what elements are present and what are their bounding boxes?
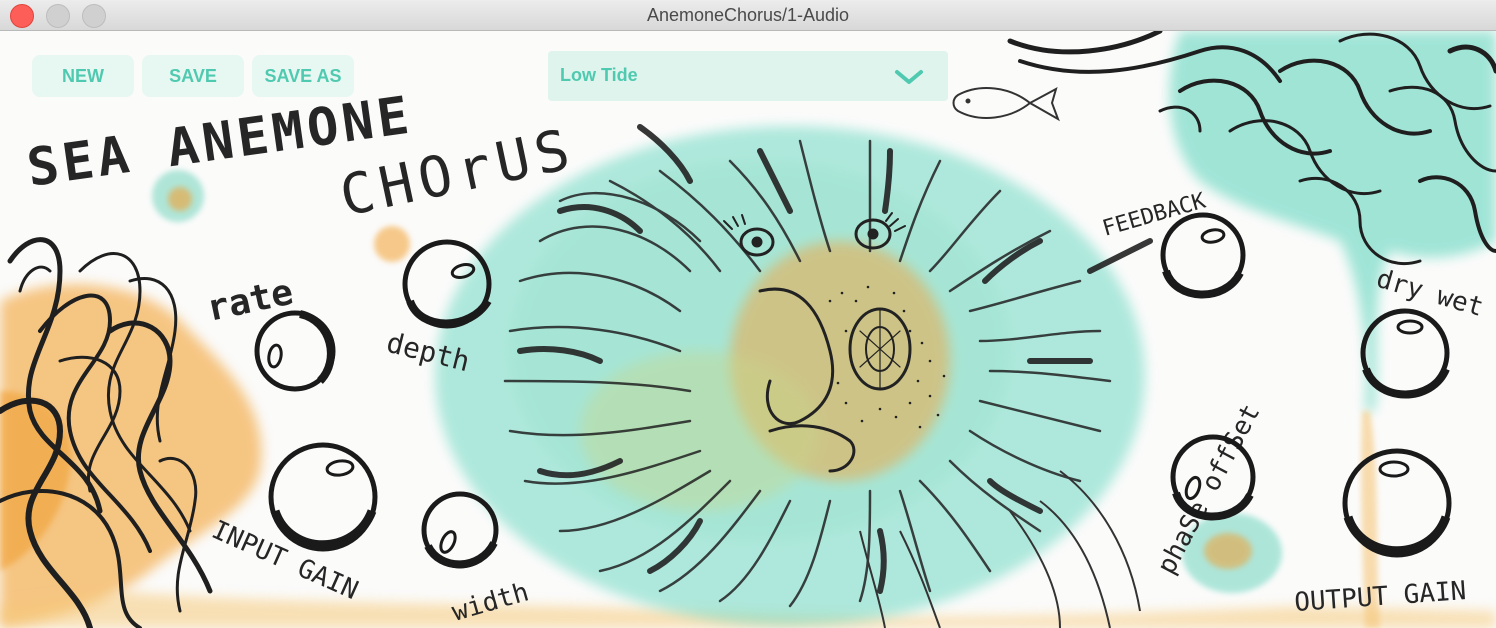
save-button[interactable]: SAVE (142, 55, 244, 97)
preset-selected-value: Low Tide (560, 65, 638, 85)
feedback-knob[interactable] (1160, 212, 1246, 299)
new-button[interactable]: NEW (32, 55, 134, 97)
rate-label: rate (203, 272, 296, 330)
rate-knob[interactable] (254, 310, 336, 392)
output-gain-knob[interactable] (1342, 448, 1452, 558)
save-as-button[interactable]: SAVE AS (252, 55, 354, 97)
fish-drawing (952, 86, 1060, 122)
width-knob[interactable] (421, 491, 499, 569)
plugin-window: AnemoneChorus/1-Audio SEA ANEMONE CHOrUS… (0, 0, 1496, 628)
plugin-title: SEA ANEMONE CHOrUS (23, 85, 581, 229)
input-gain-knob[interactable] (268, 442, 378, 552)
chevron-down-icon (895, 70, 923, 84)
preset-dropdown[interactable]: Low Tide (548, 51, 948, 101)
artwork: SEA ANEMONE CHOrUS rate depth INPUT GAIN… (0, 31, 1496, 628)
title-bar: AnemoneChorus/1-Audio (0, 0, 1496, 31)
plugin-canvas: SEA ANEMONE CHOrUS rate depth INPUT GAIN… (0, 31, 1496, 628)
window-title: AnemoneChorus/1-Audio (646, 5, 850, 25)
